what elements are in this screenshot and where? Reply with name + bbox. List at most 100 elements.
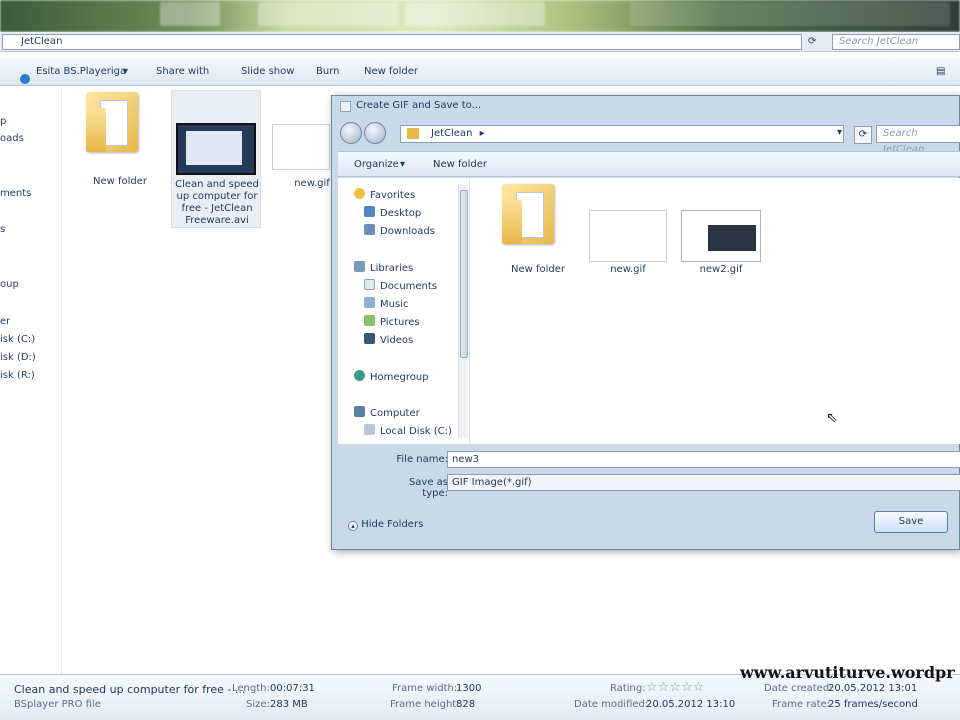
save-as-type-select[interactable]: GIF Image(*.gif): [447, 474, 960, 491]
path-item[interactable]: JetClean: [431, 128, 472, 139]
date-modified-value: 20.05.2012 13:10: [646, 699, 736, 710]
nav-videos[interactable]: Videos: [364, 333, 413, 346]
pictures-icon: [364, 315, 375, 326]
length-value: 00:07:31: [270, 683, 315, 694]
gif-thumbnail[interactable]: [681, 210, 761, 262]
computer-icon: [354, 406, 365, 417]
hide-folders-toggle[interactable]: ▴ Hide Folders: [348, 519, 423, 531]
nav-item[interactable]: oads: [0, 133, 24, 144]
frame-rate-label: Frame rate:: [772, 699, 831, 710]
cursor-icon: ⇖: [826, 410, 838, 426]
nav-downloads[interactable]: Downloads: [364, 224, 435, 237]
refresh-icon[interactable]: ⟳: [808, 36, 816, 47]
burn-button[interactable]: Burn: [316, 66, 339, 77]
rating-stars[interactable]: ☆☆☆☆☆: [646, 680, 704, 695]
save-button[interactable]: Save: [874, 511, 948, 533]
date-modified-label: Date modified:: [574, 699, 649, 710]
folder-icon: [502, 184, 554, 244]
chevron-down-icon[interactable]: ▾: [837, 127, 842, 138]
drive-icon: [364, 424, 375, 435]
file-item-video-selected[interactable]: Clean and speed up computer for free - J…: [171, 90, 261, 228]
scrollbar-thumb[interactable]: [460, 190, 468, 358]
watermark: www.arvutiturve.wordpr: [740, 663, 955, 682]
nav-pictures[interactable]: Pictures: [364, 315, 420, 328]
nav-favorites[interactable]: Favorites: [354, 188, 415, 201]
nav-label: Favorites: [370, 190, 416, 201]
file-label[interactable]: New folder: [84, 176, 156, 188]
nav-music[interactable]: Music: [364, 297, 408, 310]
refresh-icon[interactable]: ⟳: [854, 126, 872, 144]
gif-thumbnail[interactable]: [589, 210, 667, 262]
rating-label: Rating:: [610, 683, 646, 694]
nav-item[interactable]: oup: [0, 279, 19, 290]
homegroup-icon: [354, 370, 365, 381]
nav-label: Libraries: [370, 263, 414, 274]
nav-documents[interactable]: Documents: [364, 279, 437, 292]
back-button[interactable]: [340, 122, 362, 144]
star-icon: [354, 188, 365, 199]
nav-scrollbar[interactable]: [458, 184, 468, 438]
nav-item[interactable]: er: [0, 316, 10, 327]
dialog-file-folder[interactable]: [502, 184, 558, 258]
chevron-right-icon[interactable]: ▸: [480, 128, 485, 139]
nav-label: Music: [380, 299, 409, 310]
app-icon: [340, 101, 351, 112]
dialog-title: Create GIF and Save to...: [356, 100, 482, 111]
date-created-label: Date created:: [764, 683, 833, 694]
gif-thumbnail[interactable]: [272, 124, 330, 170]
forward-button[interactable]: [364, 122, 386, 144]
chevron-down-icon[interactable]: ▾: [123, 66, 128, 77]
documents-icon: [364, 279, 375, 290]
nav-libraries[interactable]: Libraries: [354, 261, 413, 274]
share-button[interactable]: Share with: [156, 66, 209, 77]
music-icon: [364, 297, 375, 308]
file-label[interactable]: New folder: [502, 264, 574, 276]
nav-item[interactable]: isk (D:): [0, 352, 36, 363]
blurred-tab: [630, 2, 950, 26]
dialog-address-bar[interactable]: JetClean ▸: [400, 125, 844, 143]
nav-item[interactable]: s: [0, 224, 5, 235]
file-name-input[interactable]: new3: [447, 451, 960, 468]
breadcrumb[interactable]: JetClean: [2, 34, 802, 50]
organize-button[interactable]: Organize: [354, 159, 399, 170]
breadcrumb-item[interactable]: JetClean: [21, 36, 62, 47]
nav-label: Computer: [370, 408, 420, 419]
libraries-icon: [354, 261, 365, 272]
frame-width-value: 1300: [456, 683, 482, 694]
slideshow-button[interactable]: Slide show: [241, 66, 294, 77]
nav-item[interactable]: isk (C:): [0, 334, 35, 345]
nav-computer[interactable]: Computer: [354, 406, 420, 419]
nav-local-disk[interactable]: Local Disk (C:): [364, 424, 452, 437]
file-label[interactable]: new.gif: [600, 264, 656, 276]
nav-item[interactable]: isk (R:): [0, 370, 35, 381]
dialog-nav-pane: Favorites Desktop Downloads Libraries Do…: [338, 178, 470, 444]
view-icon[interactable]: ▤: [936, 66, 945, 77]
size-label: Size:: [246, 699, 270, 710]
details-filetype: BSplayer PRO file: [14, 699, 101, 710]
file-label[interactable]: new.gif: [290, 178, 334, 190]
play-button[interactable]: Esita BS.Playeriga: [36, 66, 126, 77]
nav-desktop[interactable]: Desktop: [364, 206, 421, 219]
nav-label: Homegroup: [370, 372, 429, 383]
nav-homegroup[interactable]: Homegroup: [354, 370, 429, 383]
file-name-label: File name:: [396, 454, 448, 465]
save-as-type-label: Save as type:: [408, 477, 448, 499]
new-folder-button[interactable]: New folder: [364, 66, 418, 77]
nav-item[interactable]: ments: [0, 188, 31, 199]
file-label[interactable]: new2.gif: [693, 264, 749, 276]
new-folder-button[interactable]: New folder: [433, 159, 487, 170]
length-label: Length:: [232, 683, 270, 694]
nav-item[interactable]: p: [0, 116, 6, 127]
dialog-search-input[interactable]: Search JetClean: [876, 125, 960, 155]
thumbnail-content: [708, 225, 756, 251]
explorer-address-bar: JetClean ⟳ Search JetClean: [0, 32, 960, 52]
nav-label: Desktop: [380, 208, 422, 219]
dialog-body: Favorites Desktop Downloads Libraries Do…: [338, 178, 960, 444]
file-label[interactable]: Clean and speed up computer for free - J…: [174, 179, 260, 227]
search-input[interactable]: Search JetClean: [832, 34, 960, 50]
frame-rate-value: 25 frames/second: [828, 699, 918, 710]
chevron-down-icon[interactable]: ▾: [400, 159, 405, 170]
file-item-folder[interactable]: [84, 92, 144, 172]
hide-folders-label: Hide Folders: [361, 519, 424, 530]
nav-label: Pictures: [380, 317, 420, 328]
